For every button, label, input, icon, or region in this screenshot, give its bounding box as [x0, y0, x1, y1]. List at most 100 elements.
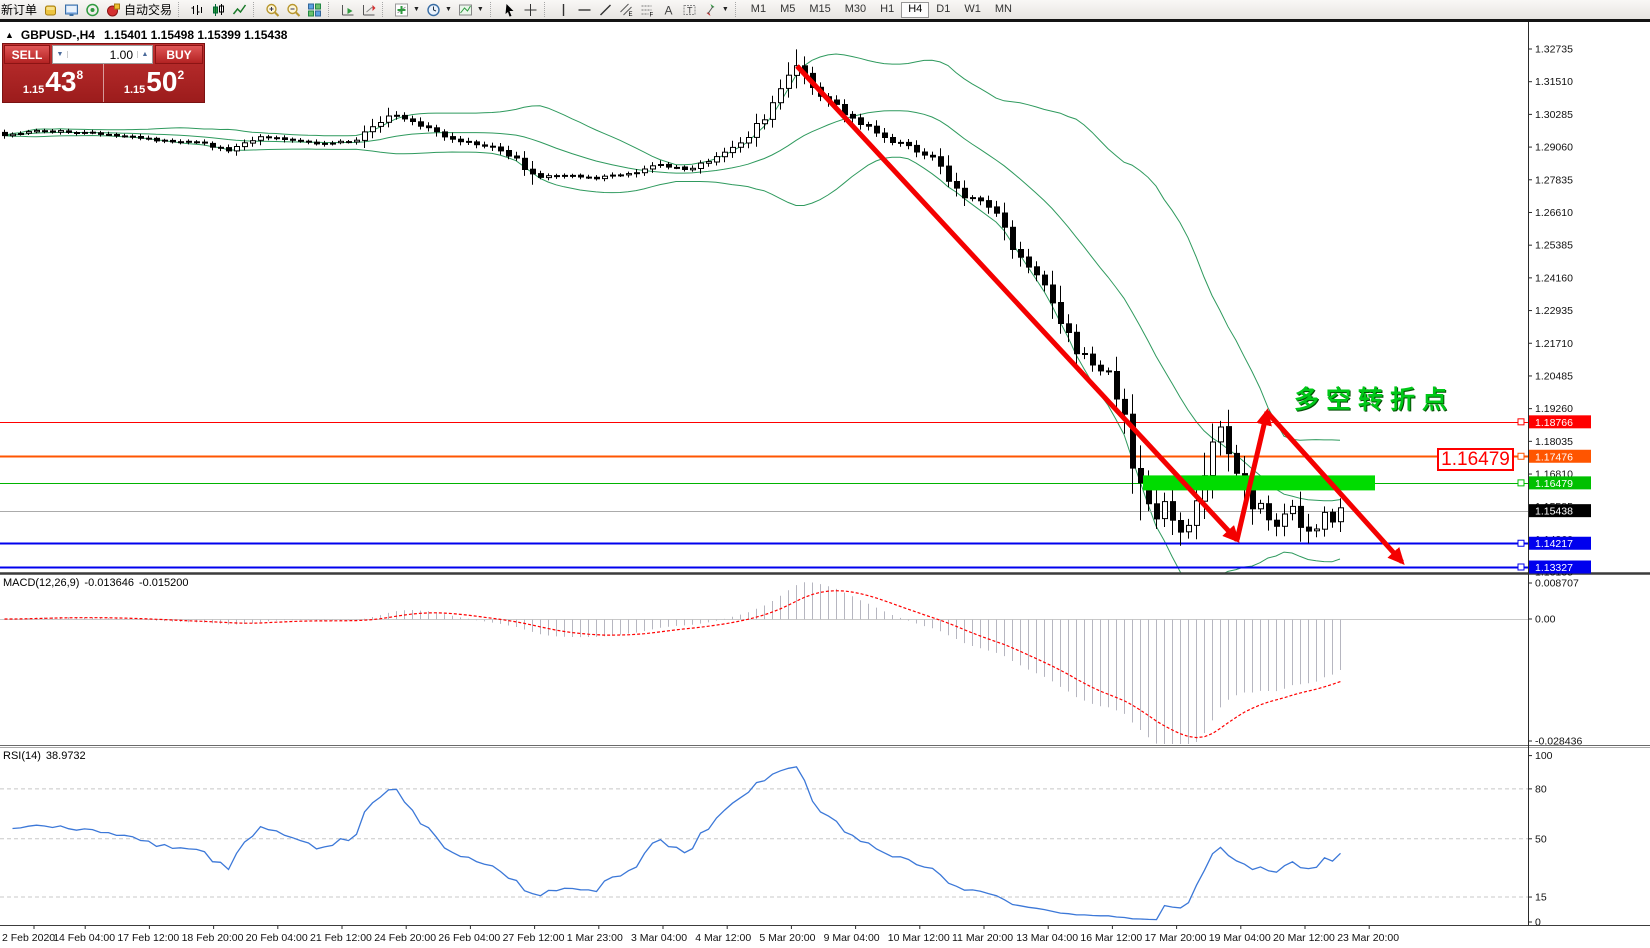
line-chart-button[interactable] — [229, 1, 250, 19]
macd-tick-label: 0.00 — [1535, 614, 1556, 626]
hline-icon — [577, 3, 592, 17]
bear-candle — [195, 142, 200, 143]
bear-candle — [3, 132, 8, 135]
chart-shift-button[interactable] — [358, 1, 379, 19]
auto-scroll-button[interactable] — [337, 1, 358, 19]
chart-ohlc-values: 1.15401 1.15498 1.15399 1.15438 — [104, 28, 288, 42]
bear-candle — [443, 132, 448, 137]
tf-w1[interactable]: W1 — [957, 2, 988, 18]
volume-stepper[interactable]: ▼ 1.00 ▲ — [52, 45, 153, 64]
buy-price-sup: 2 — [177, 68, 184, 82]
toolbar-group: ▼▼▼ — [391, 1, 487, 19]
channel-button[interactable]: E — [616, 1, 637, 19]
text-button[interactable]: A — [658, 1, 679, 19]
bull-candle — [243, 143, 248, 147]
terminal-button[interactable] — [61, 1, 82, 19]
vertical-line-button[interactable] — [553, 1, 574, 19]
sell-button[interactable]: SELL — [4, 45, 50, 64]
tf-m1[interactable]: M1 — [744, 2, 773, 18]
volume-value[interactable]: 1.00 — [68, 48, 137, 62]
bear-candle — [531, 169, 536, 174]
tf-m5[interactable]: M5 — [773, 2, 802, 18]
mt4-terminal: { "toolbar": { "groups": [ {"items": [ {… — [0, 0, 1650, 948]
chart-canvas[interactable]: 1.327351.315101.302851.290601.278351.266… — [0, 0, 1650, 948]
one-click-trading-panel: SELL ▼ 1.00 ▲ BUY 1.15 43 8 1.15 50 2 — [2, 43, 205, 103]
bear-candle — [1043, 275, 1048, 285]
chevron-down-icon: ▼ — [413, 6, 420, 13]
pivot-annotation-text[interactable]: 多空转折点 — [1294, 380, 1454, 416]
bear-candle — [475, 142, 480, 145]
bear-candle — [507, 151, 512, 157]
bear-candle — [347, 142, 352, 143]
cursor-button[interactable] — [499, 1, 520, 19]
bollinger-middle-band — [4, 111, 1340, 501]
bull-candle — [1219, 427, 1224, 442]
bar-chart-button[interactable] — [187, 1, 208, 19]
tile-windows-button[interactable] — [304, 1, 325, 19]
price-tick-label: 1.18035 — [1535, 436, 1573, 448]
indicators-button[interactable]: ▼ — [391, 1, 423, 19]
time-tick-label: 11 Mar 20:00 — [952, 932, 1013, 944]
bear-candle — [1083, 354, 1088, 355]
zoom-out-button[interactable] — [283, 1, 304, 19]
bull-candle — [1259, 503, 1264, 508]
time-axis[interactable]: 2 Feb 202014 Feb 04:0017 Feb 12:0018 Feb… — [2, 926, 1399, 944]
buy-button[interactable]: BUY — [155, 45, 203, 64]
horizontal-line-button[interactable] — [574, 1, 595, 19]
fibonacci-button[interactable]: F — [637, 1, 658, 19]
tf-h1[interactable]: H1 — [873, 2, 901, 18]
tf-m15[interactable]: M15 — [802, 2, 837, 18]
chart-shift-icon — [361, 3, 376, 17]
tf-d1[interactable]: D1 — [929, 2, 957, 18]
bear-candle — [451, 137, 456, 140]
new-order-button[interactable]: 新订单 — [0, 1, 40, 19]
price-callout-box[interactable]: 1.16479 — [1437, 448, 1514, 471]
bear-candle — [435, 128, 440, 132]
volume-decrease-icon[interactable]: ▼ — [53, 51, 68, 58]
trend-arrow-segment[interactable] — [797, 66, 1237, 540]
level-anchor-square[interactable] — [1518, 480, 1524, 486]
signal-icon — [85, 3, 100, 17]
toolbar-group: EFAT▼ — [553, 1, 732, 19]
sell-price[interactable]: 1.15 43 8 — [3, 64, 104, 102]
bear-candle — [211, 143, 216, 147]
auto-trading-button[interactable]: 自动交易 — [103, 1, 175, 19]
bear-candle — [1003, 213, 1008, 227]
candle-chart-button[interactable] — [208, 1, 229, 19]
bear-candle — [491, 146, 496, 147]
vline-icon — [556, 3, 571, 17]
buy-price-big: 50 — [146, 65, 177, 99]
arrows-button[interactable]: ▼ — [700, 1, 732, 19]
candles-icon — [211, 3, 226, 17]
signals-button[interactable] — [82, 1, 103, 19]
templates-button[interactable]: ▼ — [455, 1, 487, 19]
label-button[interactable]: T — [679, 1, 700, 19]
toolbar-separator — [382, 2, 387, 17]
bear-candle — [891, 138, 896, 143]
crosshair-button[interactable] — [520, 1, 541, 19]
level-anchor-square[interactable] — [1518, 540, 1524, 546]
buy-price[interactable]: 1.15 50 2 — [104, 64, 204, 102]
volume-increase-icon[interactable]: ▲ — [137, 51, 152, 58]
zoom-in-button[interactable] — [262, 1, 283, 19]
price-badge-label: 1.15438 — [1535, 506, 1573, 518]
tf-mn[interactable]: MN — [988, 2, 1019, 18]
tf-h4[interactable]: H4 — [901, 2, 929, 18]
bear-candle — [1051, 285, 1056, 303]
level-anchor-square[interactable] — [1518, 419, 1524, 425]
level-anchor-square[interactable] — [1518, 564, 1524, 570]
price-badge-label: 1.14217 — [1535, 538, 1573, 550]
bull-candle — [1195, 501, 1200, 526]
bear-candle — [107, 134, 112, 135]
bull-candle — [547, 176, 552, 178]
bear-candle — [275, 138, 280, 139]
tf-m30[interactable]: M30 — [838, 2, 873, 18]
trendline-button[interactable] — [595, 1, 616, 19]
rsi-pane-content — [0, 767, 1528, 920]
rsi-tick-label: 50 — [1535, 833, 1547, 845]
level-anchor-square[interactable] — [1518, 453, 1524, 459]
market-watch-button[interactable] — [40, 1, 61, 19]
bear-candle — [875, 126, 880, 133]
price-axis[interactable]: 1.327351.315101.302851.290601.278351.266… — [1518, 21, 1591, 925]
periods-button[interactable]: ▼ — [423, 1, 455, 19]
